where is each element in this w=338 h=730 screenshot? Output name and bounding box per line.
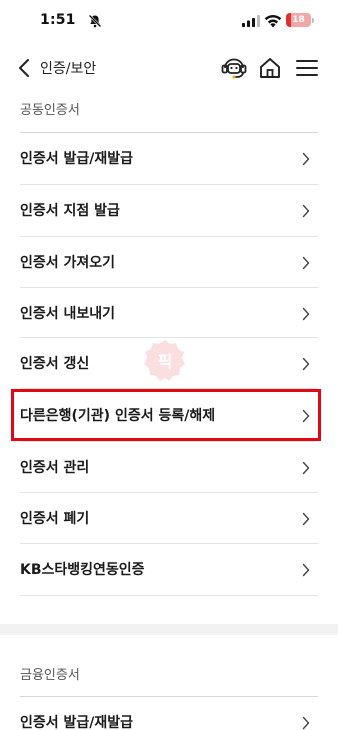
page-title: 인증/보안	[40, 61, 97, 77]
chevron-right-icon	[302, 152, 310, 166]
menu-item-label: 인증서 지점 발급	[20, 203, 120, 219]
section-title-financial-certificate: 금융인증서	[20, 668, 80, 683]
home-icon[interactable]	[256, 54, 284, 82]
back-arrow-icon[interactable]	[14, 56, 36, 80]
battery-icon: 18	[286, 13, 311, 27]
svg-text:픽: 픽	[158, 352, 173, 371]
chatbot-icon[interactable]	[220, 54, 248, 82]
chevron-right-icon	[302, 357, 310, 371]
wifi-icon	[264, 14, 282, 28]
highlight-annotation-box	[11, 389, 321, 441]
menu-item-export[interactable]: 인증서 내보내기	[20, 288, 318, 339]
bell-off-icon	[88, 14, 102, 28]
menu-item-financial-certificate-issue[interactable]: 인증서 발급/재발급	[20, 697, 318, 730]
menu-item-label: 인증서 갱신	[20, 356, 90, 372]
menu-item-label: 인증서 내보내기	[20, 306, 116, 322]
menu-item-label: 인증서 발급/재발급	[20, 715, 134, 730]
watermark-logo: 픽	[144, 340, 185, 381]
chevron-right-icon	[302, 256, 310, 270]
menu-item-kb-starbanking-link[interactable]: KB스타뱅킹연동인증	[20, 544, 318, 595]
status-time: 1:51	[40, 12, 76, 28]
chevron-right-icon	[302, 563, 310, 577]
menu-item-label: 인증서 발급/재발급	[20, 151, 134, 167]
header: 인증/보안	[0, 50, 338, 86]
chevron-right-icon	[302, 716, 310, 730]
menu-item-import[interactable]: 인증서 가져오기	[20, 237, 318, 288]
status-bar: 1:51 18	[0, 0, 338, 44]
menu-item-label: 인증서 관리	[20, 460, 90, 476]
menu-icon[interactable]	[293, 54, 321, 82]
chevron-right-icon	[302, 204, 310, 218]
menu-item-certificate-issue[interactable]: 인증서 발급/재발급	[20, 133, 318, 184]
chevron-right-icon	[302, 307, 310, 321]
chevron-right-icon	[302, 512, 310, 526]
menu-item-manage[interactable]: 인증서 관리	[20, 442, 318, 493]
divider	[20, 595, 318, 596]
section-title-joint-certificate: 공동인증서	[20, 103, 80, 118]
battery-percentage: 18	[292, 15, 305, 25]
chevron-right-icon	[302, 461, 310, 475]
menu-item-branch-issue[interactable]: 인증서 지점 발급	[20, 185, 318, 236]
menu-item-revoke[interactable]: 인증서 폐기	[20, 493, 318, 544]
menu-item-label: KB스타뱅킹연동인증	[20, 562, 145, 578]
menu-item-label: 인증서 가져오기	[20, 255, 116, 271]
battery-nub	[312, 18, 314, 23]
cellular-signal-icon	[242, 15, 260, 27]
section-gap	[0, 624, 338, 635]
menu-item-label: 인증서 폐기	[20, 511, 90, 527]
